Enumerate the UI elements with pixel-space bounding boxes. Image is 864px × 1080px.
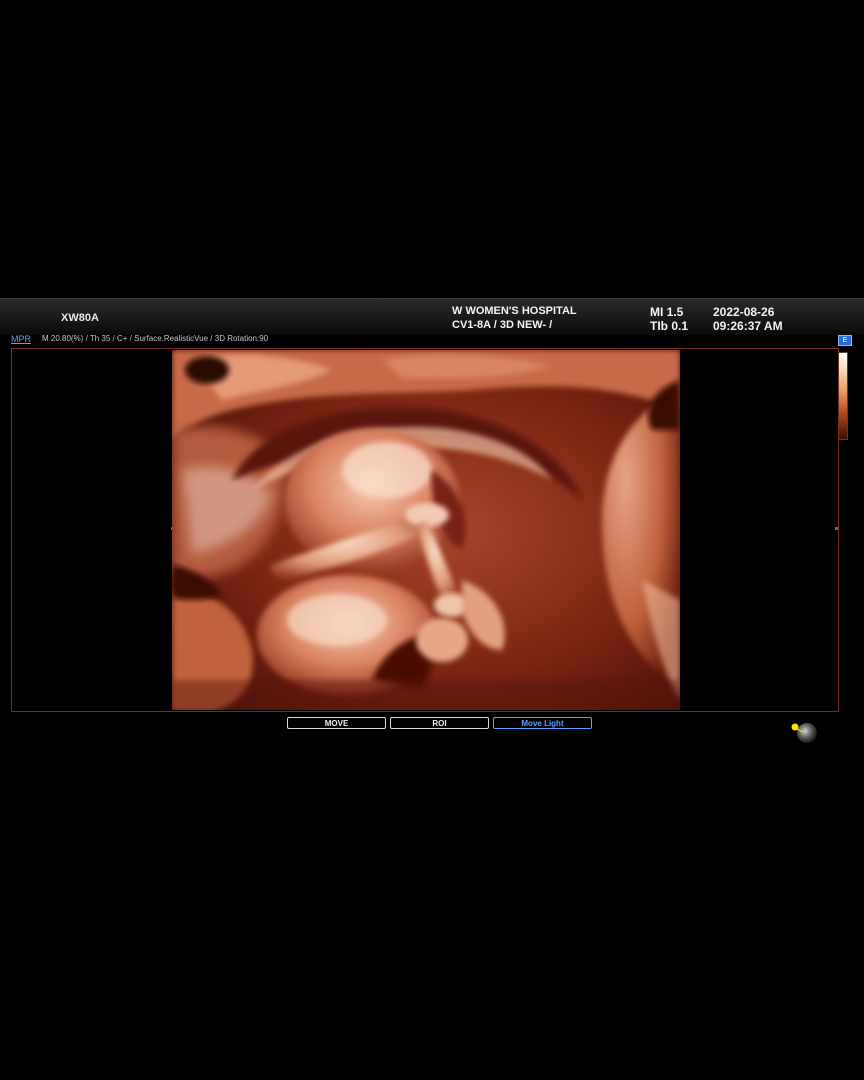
exam-time: 09:26:37 AM <box>713 319 783 333</box>
move-button[interactable]: MOVE <box>287 717 386 729</box>
viewport-marker-right <box>835 527 838 530</box>
exam-date: 2022-08-26 <box>713 305 775 319</box>
light-bulb-icon[interactable] <box>785 721 825 745</box>
mechanical-index: MI 1.5 <box>650 305 684 319</box>
mpr-link[interactable]: MPR <box>11 334 31 344</box>
3d-rendered-image[interactable] <box>172 350 680 710</box>
display-toggle-button[interactable]: E <box>838 335 852 346</box>
header-bar: XW80A W WOMEN'S HOSPITAL CV1-8A / 3D NEW… <box>0 298 864 335</box>
mode-button-bar: MOVE ROI Move Light <box>287 717 597 731</box>
hospital-name: W WOMEN'S HOSPITAL <box>452 305 577 317</box>
image-viewport[interactable] <box>11 348 839 743</box>
roi-button[interactable]: ROI <box>390 717 489 729</box>
color-scale-bar <box>838 352 848 440</box>
thermal-index: TIb 0.1 <box>650 319 689 333</box>
ultrasound-screen: XW80A W WOMEN'S HOSPITAL CV1-8A / 3D NEW… <box>0 298 864 780</box>
status-row: MPR M 20.80(%) / Th 35 / C+ / Surface.Re… <box>0 334 864 346</box>
imaging-parameters: M 20.80(%) / Th 35 / C+ / Surface.Realis… <box>42 334 269 343</box>
move-light-button[interactable]: Move Light <box>493 717 592 729</box>
device-model: XW80A <box>61 312 99 324</box>
probe-mode: CV1-8A / 3D NEW- / <box>452 319 553 331</box>
fetal-surface-render <box>172 350 680 710</box>
